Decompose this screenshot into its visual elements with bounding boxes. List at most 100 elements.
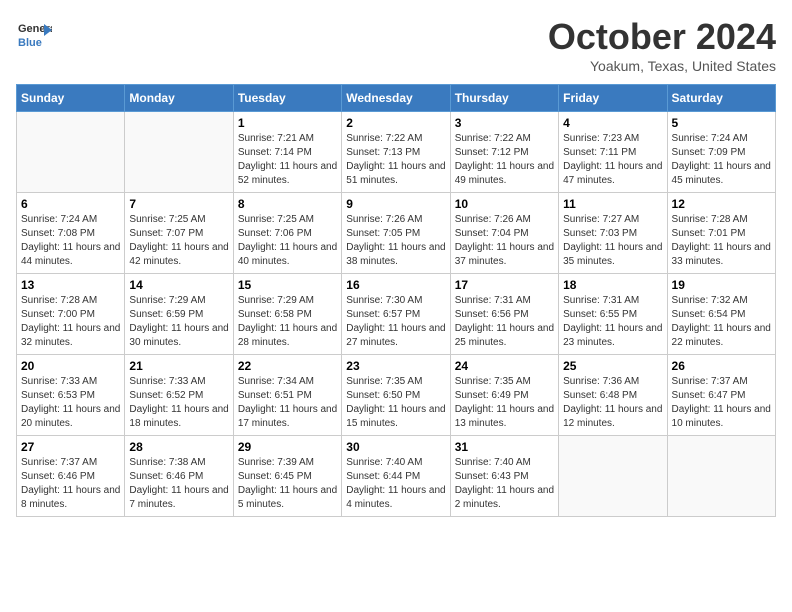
calendar-cell: 11 Sunrise: 7:27 AM Sunset: 7:03 PM Dayli… xyxy=(559,193,667,274)
cell-content: Sunrise: 7:33 AM Sunset: 6:52 PM Dayligh… xyxy=(129,375,228,431)
month-title: October 2024 xyxy=(548,16,776,58)
calendar-day-header: Thursday xyxy=(450,85,558,112)
calendar-cell: 15Sunrise: 7:29 AM Sunset: 6:58 PM Dayli… xyxy=(233,274,341,355)
calendar-cell: 22 Sunrise: 7:34 AM Sunset: 6:51 PM Dayli… xyxy=(233,355,341,436)
cell-content: Sunrise: 7:24 AM Sunset: 7:09 PM Dayligh… xyxy=(672,132,771,188)
day-number: 22 xyxy=(238,359,337,373)
cell-content: Sunrise: 7:21 AM Sunset: 7:14 PM Dayligh… xyxy=(238,132,337,188)
calendar-cell: 5Sunrise: 7:24 AM Sunset: 7:09 PM Daylig… xyxy=(667,112,775,193)
cell-content: Sunrise: 7:27 AM Sunset: 7:03 PM Dayligh… xyxy=(563,213,662,269)
day-number: 18 xyxy=(563,278,662,292)
day-number: 7 xyxy=(129,197,228,211)
calendar-cell: 25 Sunrise: 7:36 AM Sunset: 6:48 PM Dayli… xyxy=(559,355,667,436)
calendar-day-header: Saturday xyxy=(667,85,775,112)
cell-content: Sunrise: 7:34 AM Sunset: 6:51 PM Dayligh… xyxy=(238,375,337,431)
calendar-cell: 29 Sunrise: 7:39 AM Sunset: 6:45 PM Dayli… xyxy=(233,436,341,517)
calendar-cell: 16 Sunrise: 7:30 AM Sunset: 6:57 PM Dayli… xyxy=(342,274,450,355)
day-number: 31 xyxy=(455,440,554,454)
day-number: 12 xyxy=(672,197,771,211)
cell-content: Sunrise: 7:25 AM Sunset: 7:07 PM Dayligh… xyxy=(129,213,228,269)
cell-content: Sunrise: 7:26 AM Sunset: 7:04 PM Dayligh… xyxy=(455,213,554,269)
day-number: 25 xyxy=(563,359,662,373)
cell-content: Sunrise: 7:39 AM Sunset: 6:45 PM Dayligh… xyxy=(238,456,337,512)
calendar-cell: 23Sunrise: 7:35 AM Sunset: 6:50 PM Dayli… xyxy=(342,355,450,436)
day-number: 1 xyxy=(238,116,337,130)
calendar-cell: 27Sunrise: 7:37 AM Sunset: 6:46 PM Dayli… xyxy=(17,436,125,517)
calendar-cell: 2 Sunrise: 7:22 AM Sunset: 7:13 PM Daylig… xyxy=(342,112,450,193)
cell-content: Sunrise: 7:33 AM Sunset: 6:53 PM Dayligh… xyxy=(21,375,120,431)
logo: General Blue xyxy=(16,16,56,52)
cell-content: Sunrise: 7:38 AM Sunset: 6:46 PM Dayligh… xyxy=(129,456,228,512)
calendar-week-row: 1 Sunrise: 7:21 AM Sunset: 7:14 PM Daylig… xyxy=(17,112,776,193)
calendar-cell: 3Sunrise: 7:22 AM Sunset: 7:12 PM Daylig… xyxy=(450,112,558,193)
day-number: 3 xyxy=(455,116,554,130)
calendar-week-row: 6 Sunrise: 7:24 AM Sunset: 7:08 PM Daylig… xyxy=(17,193,776,274)
logo-icon: General Blue xyxy=(16,16,52,52)
calendar-cell: 7 Sunrise: 7:25 AM Sunset: 7:07 PM Daylig… xyxy=(125,193,233,274)
calendar-cell xyxy=(559,436,667,517)
day-number: 17 xyxy=(455,278,554,292)
calendar-cell: 28 Sunrise: 7:38 AM Sunset: 6:46 PM Dayli… xyxy=(125,436,233,517)
cell-content: Sunrise: 7:35 AM Sunset: 6:49 PM Dayligh… xyxy=(455,375,554,431)
calendar-cell: 24 Sunrise: 7:35 AM Sunset: 6:49 PM Dayli… xyxy=(450,355,558,436)
day-number: 28 xyxy=(129,440,228,454)
calendar-cell: 1 Sunrise: 7:21 AM Sunset: 7:14 PM Daylig… xyxy=(233,112,341,193)
calendar-cell: 31 Sunrise: 7:40 AM Sunset: 6:43 PM Dayli… xyxy=(450,436,558,517)
title-block: October 2024 Yoakum, Texas, United State… xyxy=(548,16,776,74)
day-number: 4 xyxy=(563,116,662,130)
cell-content: Sunrise: 7:23 AM Sunset: 7:11 PM Dayligh… xyxy=(563,132,662,188)
calendar-day-header: Tuesday xyxy=(233,85,341,112)
cell-content: Sunrise: 7:31 AM Sunset: 6:56 PM Dayligh… xyxy=(455,294,554,350)
page-header: General Blue October 2024 Yoakum, Texas,… xyxy=(16,16,776,74)
day-number: 19 xyxy=(672,278,771,292)
cell-content: Sunrise: 7:28 AM Sunset: 7:01 PM Dayligh… xyxy=(672,213,771,269)
day-number: 24 xyxy=(455,359,554,373)
day-number: 14 xyxy=(129,278,228,292)
day-number: 8 xyxy=(238,197,337,211)
day-number: 20 xyxy=(21,359,120,373)
calendar-day-header: Friday xyxy=(559,85,667,112)
cell-content: Sunrise: 7:29 AM Sunset: 6:58 PM Dayligh… xyxy=(238,294,337,350)
calendar-cell: 8 Sunrise: 7:25 AM Sunset: 7:06 PM Daylig… xyxy=(233,193,341,274)
calendar-cell xyxy=(17,112,125,193)
calendar-cell xyxy=(125,112,233,193)
cell-content: Sunrise: 7:30 AM Sunset: 6:57 PM Dayligh… xyxy=(346,294,445,350)
cell-content: Sunrise: 7:24 AM Sunset: 7:08 PM Dayligh… xyxy=(21,213,120,269)
calendar-day-header: Monday xyxy=(125,85,233,112)
day-number: 2 xyxy=(346,116,445,130)
calendar-cell: 30Sunrise: 7:40 AM Sunset: 6:44 PM Dayli… xyxy=(342,436,450,517)
calendar-day-header: Sunday xyxy=(17,85,125,112)
calendar-cell: 19Sunrise: 7:32 AM Sunset: 6:54 PM Dayli… xyxy=(667,274,775,355)
location: Yoakum, Texas, United States xyxy=(548,58,776,74)
cell-content: Sunrise: 7:25 AM Sunset: 7:06 PM Dayligh… xyxy=(238,213,337,269)
cell-content: Sunrise: 7:36 AM Sunset: 6:48 PM Dayligh… xyxy=(563,375,662,431)
cell-content: Sunrise: 7:37 AM Sunset: 6:47 PM Dayligh… xyxy=(672,375,771,431)
cell-content: Sunrise: 7:35 AM Sunset: 6:50 PM Dayligh… xyxy=(346,375,445,431)
cell-content: Sunrise: 7:40 AM Sunset: 6:43 PM Dayligh… xyxy=(455,456,554,512)
cell-content: Sunrise: 7:28 AM Sunset: 7:00 PM Dayligh… xyxy=(21,294,120,350)
cell-content: Sunrise: 7:40 AM Sunset: 6:44 PM Dayligh… xyxy=(346,456,445,512)
day-number: 29 xyxy=(238,440,337,454)
day-number: 16 xyxy=(346,278,445,292)
calendar-cell: 17 Sunrise: 7:31 AM Sunset: 6:56 PM Dayli… xyxy=(450,274,558,355)
calendar-cell: 12 Sunrise: 7:28 AM Sunset: 7:01 PM Dayli… xyxy=(667,193,775,274)
calendar-cell: 9Sunrise: 7:26 AM Sunset: 7:05 PM Daylig… xyxy=(342,193,450,274)
day-number: 6 xyxy=(21,197,120,211)
day-number: 10 xyxy=(455,197,554,211)
cell-content: Sunrise: 7:22 AM Sunset: 7:13 PM Dayligh… xyxy=(346,132,445,188)
calendar-cell: 4 Sunrise: 7:23 AM Sunset: 7:11 PM Daylig… xyxy=(559,112,667,193)
calendar-week-row: 13Sunrise: 7:28 AM Sunset: 7:00 PM Dayli… xyxy=(17,274,776,355)
calendar-cell: 18Sunrise: 7:31 AM Sunset: 6:55 PM Dayli… xyxy=(559,274,667,355)
calendar-week-row: 27Sunrise: 7:37 AM Sunset: 6:46 PM Dayli… xyxy=(17,436,776,517)
day-number: 11 xyxy=(563,197,662,211)
cell-content: Sunrise: 7:29 AM Sunset: 6:59 PM Dayligh… xyxy=(129,294,228,350)
calendar-day-header: Wednesday xyxy=(342,85,450,112)
calendar-cell: 6 Sunrise: 7:24 AM Sunset: 7:08 PM Daylig… xyxy=(17,193,125,274)
day-number: 27 xyxy=(21,440,120,454)
calendar-week-row: 20 Sunrise: 7:33 AM Sunset: 6:53 PM Dayli… xyxy=(17,355,776,436)
day-number: 9 xyxy=(346,197,445,211)
calendar-cell xyxy=(667,436,775,517)
calendar-cell: 20 Sunrise: 7:33 AM Sunset: 6:53 PM Dayli… xyxy=(17,355,125,436)
calendar-table: SundayMondayTuesdayWednesdayThursdayFrid… xyxy=(16,84,776,517)
svg-text:Blue: Blue xyxy=(18,37,42,49)
